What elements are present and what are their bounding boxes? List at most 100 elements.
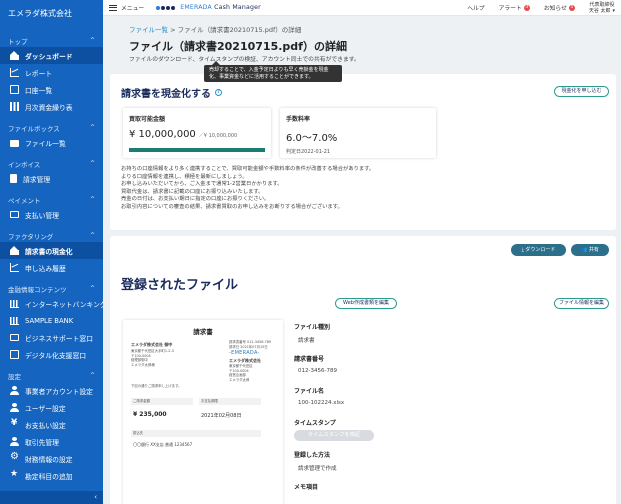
sidebar-item-label: 月次資金繰り表	[25, 103, 73, 112]
sidebar-item[interactable]: お支払い設定	[0, 416, 103, 433]
chart-icon	[10, 68, 19, 77]
chart-icon	[10, 263, 19, 272]
menu-label[interactable]: メニュー	[121, 3, 144, 12]
alert-label: アラート	[498, 6, 522, 12]
sidebar-item-label: デジタル化支援窓口	[25, 351, 87, 360]
user-icon	[10, 403, 19, 412]
sidebar-item-label: ユーザー設定	[25, 404, 66, 413]
note-line: お取引内容についての審査の結果、請求書買取のお申し込みをお断りする場合がございま…	[121, 203, 343, 210]
invoice-bank-label: 振込先	[131, 430, 261, 437]
breadcrumb-root-link[interactable]: ファイル一覧	[129, 26, 168, 34]
sidebar-section-label: 設定	[8, 372, 21, 381]
sidebar-item[interactable]: 勘定科目の追加	[0, 467, 103, 484]
sidebar-item[interactable]: デジタル化支援窓口	[0, 346, 103, 363]
file-name-value: 100-102224.xlsx	[298, 400, 345, 406]
sidebar-item[interactable]: インターネットバンキング	[0, 295, 103, 312]
invoice-meta-lines: 請求書番号 012-3456-789 請求日 2021年07月15日	[229, 340, 272, 349]
sidebar-section-header[interactable]: 設定 ^	[0, 369, 103, 382]
breadcrumb-separator: >	[170, 26, 176, 34]
sidebar-item-label: 請求書の現金化	[25, 247, 73, 256]
edit-file-info-button[interactable]: ファイル情報を編集	[554, 298, 609, 309]
sidebar-section-label: 金融情報コンテンツ	[8, 285, 67, 294]
sidebar-section-header[interactable]: トップ ^	[0, 34, 103, 47]
digital-icon	[10, 350, 19, 359]
fee-rate-date: 判定日2022-01-21	[286, 149, 331, 155]
cashout-tooltip: 売却することで、入金予定日よりも早く売掛金を現金 化、事業資金などに活用すること…	[204, 61, 342, 82]
sidebar-collapse-button[interactable]: ‹	[0, 491, 103, 504]
fee-rate-card: 手数料率 6.0〜7.0% 判定日2022-01-21	[280, 108, 436, 158]
sidebar-item[interactable]: 支払い管理	[0, 206, 103, 223]
invoice-amount: ¥ 235,000	[133, 411, 167, 418]
sidebar-item[interactable]: レポート	[0, 64, 103, 81]
sidebar-item[interactable]: ユーザー設定	[0, 399, 103, 416]
fee-rate-label: 手数料率	[286, 116, 311, 123]
sidebar-item-label: 支払い管理	[25, 211, 59, 220]
invoice-number-label: 請求書番号	[294, 356, 325, 363]
breadcrumb-current: ファイル（請求書20210715.pdf）の詳細	[177, 26, 302, 34]
invoice-title: 請求書	[193, 328, 213, 336]
sidebar-item[interactable]: 請求書の現金化	[0, 242, 103, 259]
invoice-greeting: 下記の通りご請求申し上げます。	[131, 384, 182, 388]
sidebar-section-header[interactable]: ファイルボックス ^	[0, 121, 103, 134]
sidebar-section-header[interactable]: ペイメント ^	[0, 193, 103, 206]
help-link[interactable]: ヘルプ	[467, 3, 484, 12]
file-type-label: ファイル種別	[294, 324, 331, 331]
document-icon	[10, 174, 17, 183]
home-icon	[10, 246, 19, 255]
notice-badge: 5	[568, 4, 575, 11]
bank-account-icon	[10, 85, 19, 94]
share-button[interactable]: 👥 共有	[571, 244, 609, 256]
sidebar-item[interactable]: SAMPLE BANK	[0, 312, 103, 329]
cashout-notes: お持ちの口座情報をより多く連携することで、買取可能金額や手数料率の条件が改善する…	[121, 166, 374, 212]
user-menu[interactable]: 代表取締役 天谷 太郎 ▾	[589, 2, 615, 14]
logo-primary: EMERADA	[180, 4, 212, 11]
alert-badge: 3	[523, 4, 530, 11]
alert-link[interactable]: アラート 3	[499, 3, 530, 12]
cashout-title-text: 請求書を現金化する	[121, 89, 211, 100]
sidebar-item-label: お支払い設定	[25, 421, 66, 430]
invoice-from-lines: 東京都千代田区 〒100-0004 経営企画部 エメラダ太郎	[229, 364, 253, 382]
sidebar-item-label: 請求管理	[23, 175, 51, 184]
user-icon	[10, 386, 19, 395]
header-actions: ヘルプ アラート 3 お知らせ 5 代表取締役 天谷 太郎 ▾	[453, 2, 615, 14]
sidebar-item[interactable]: 口座一覧	[0, 81, 103, 98]
invoice-preview: 請求書 エメラダ株式会社 御中 東京都千代田区大手町1-2-3 〒100-000…	[123, 320, 283, 504]
sidebar-item-label: 勘定科目の追加	[25, 472, 73, 481]
edit-web-document-button[interactable]: Web作成書類を編集	[335, 298, 397, 309]
breadcrumb: ファイル一覧 > ファイル（請求書20210715.pdf）の詳細	[129, 24, 301, 34]
invoice-to-lines: 東京都千代田区大手町1-2-3 〒100-0004 経理部御中 エメラダ太郎様	[131, 349, 174, 367]
sidebar-item-label: 事業者アカウント設定	[25, 387, 93, 396]
purchase-amount-max: ／¥ 10,000,000	[198, 133, 238, 139]
fee-rate-value: 6.0〜7.0%	[286, 133, 338, 144]
apply-cashout-button[interactable]: 現金化を申し込む	[554, 86, 609, 97]
sidebar-sections: トップ ^ ダッシュボード レポート 口座一覧月次資金繰り表ファイルボックス ^ ファイル一…	[0, 34, 103, 484]
notice-link[interactable]: お知らせ 5	[544, 3, 575, 12]
sidebar-section-header[interactable]: ファクタリング ^	[0, 229, 103, 242]
purchase-progress-fill	[129, 148, 265, 152]
bank-icon	[10, 299, 19, 308]
sidebar-item[interactable]: 申し込み履歴	[0, 259, 103, 276]
sidebar-item[interactable]: 事業者アカウント設定	[0, 382, 103, 399]
sidebar-item[interactable]: ファイル一覧	[0, 134, 103, 151]
verify-timestamp-button[interactable]: タイムスタンプを検証	[294, 430, 374, 441]
sidebar-item[interactable]: 財務情報の設定	[0, 450, 103, 467]
note-line: お持ちの口座情報をより多く連携することで、買取可能金額や手数料率の条件が改善する…	[121, 166, 375, 172]
sidebar-item[interactable]: ビジネスサポート窓口	[0, 329, 103, 346]
chevron-up-icon: ^	[89, 160, 95, 167]
invoice-number-value: 012-3456-789	[298, 368, 337, 374]
main-content: ファイル一覧 > ファイル（請求書20210715.pdf）の詳細 ファイル（請…	[103, 16, 621, 504]
sidebar-item[interactable]: 月次資金繰り表	[0, 98, 103, 115]
sidebar-section-header[interactable]: 金融情報コンテンツ ^	[0, 282, 103, 295]
sidebar-item[interactable]: 取引先管理	[0, 433, 103, 450]
sidebar-item[interactable]: 請求管理	[0, 170, 103, 187]
chevron-up-icon: ^	[89, 372, 95, 379]
hamburger-icon[interactable]	[109, 4, 117, 11]
download-button[interactable]: ⤓ ダウンロード	[511, 244, 566, 256]
sidebar-item[interactable]: ダッシュボード	[0, 47, 103, 64]
app-root: エメラダ株式会社 トップ ^ ダッシュボード レポート 口座一覧月次資金繰り表ファイルボ…	[0, 0, 621, 504]
sidebar-section-header[interactable]: インボイス ^	[0, 157, 103, 170]
register-method-value: 請求管理で作成	[298, 466, 337, 472]
company-name: エメラダ株式会社	[8, 9, 72, 18]
invoice-due-label: お支払期限	[199, 398, 261, 405]
help-icon[interactable]: ?	[215, 89, 222, 96]
